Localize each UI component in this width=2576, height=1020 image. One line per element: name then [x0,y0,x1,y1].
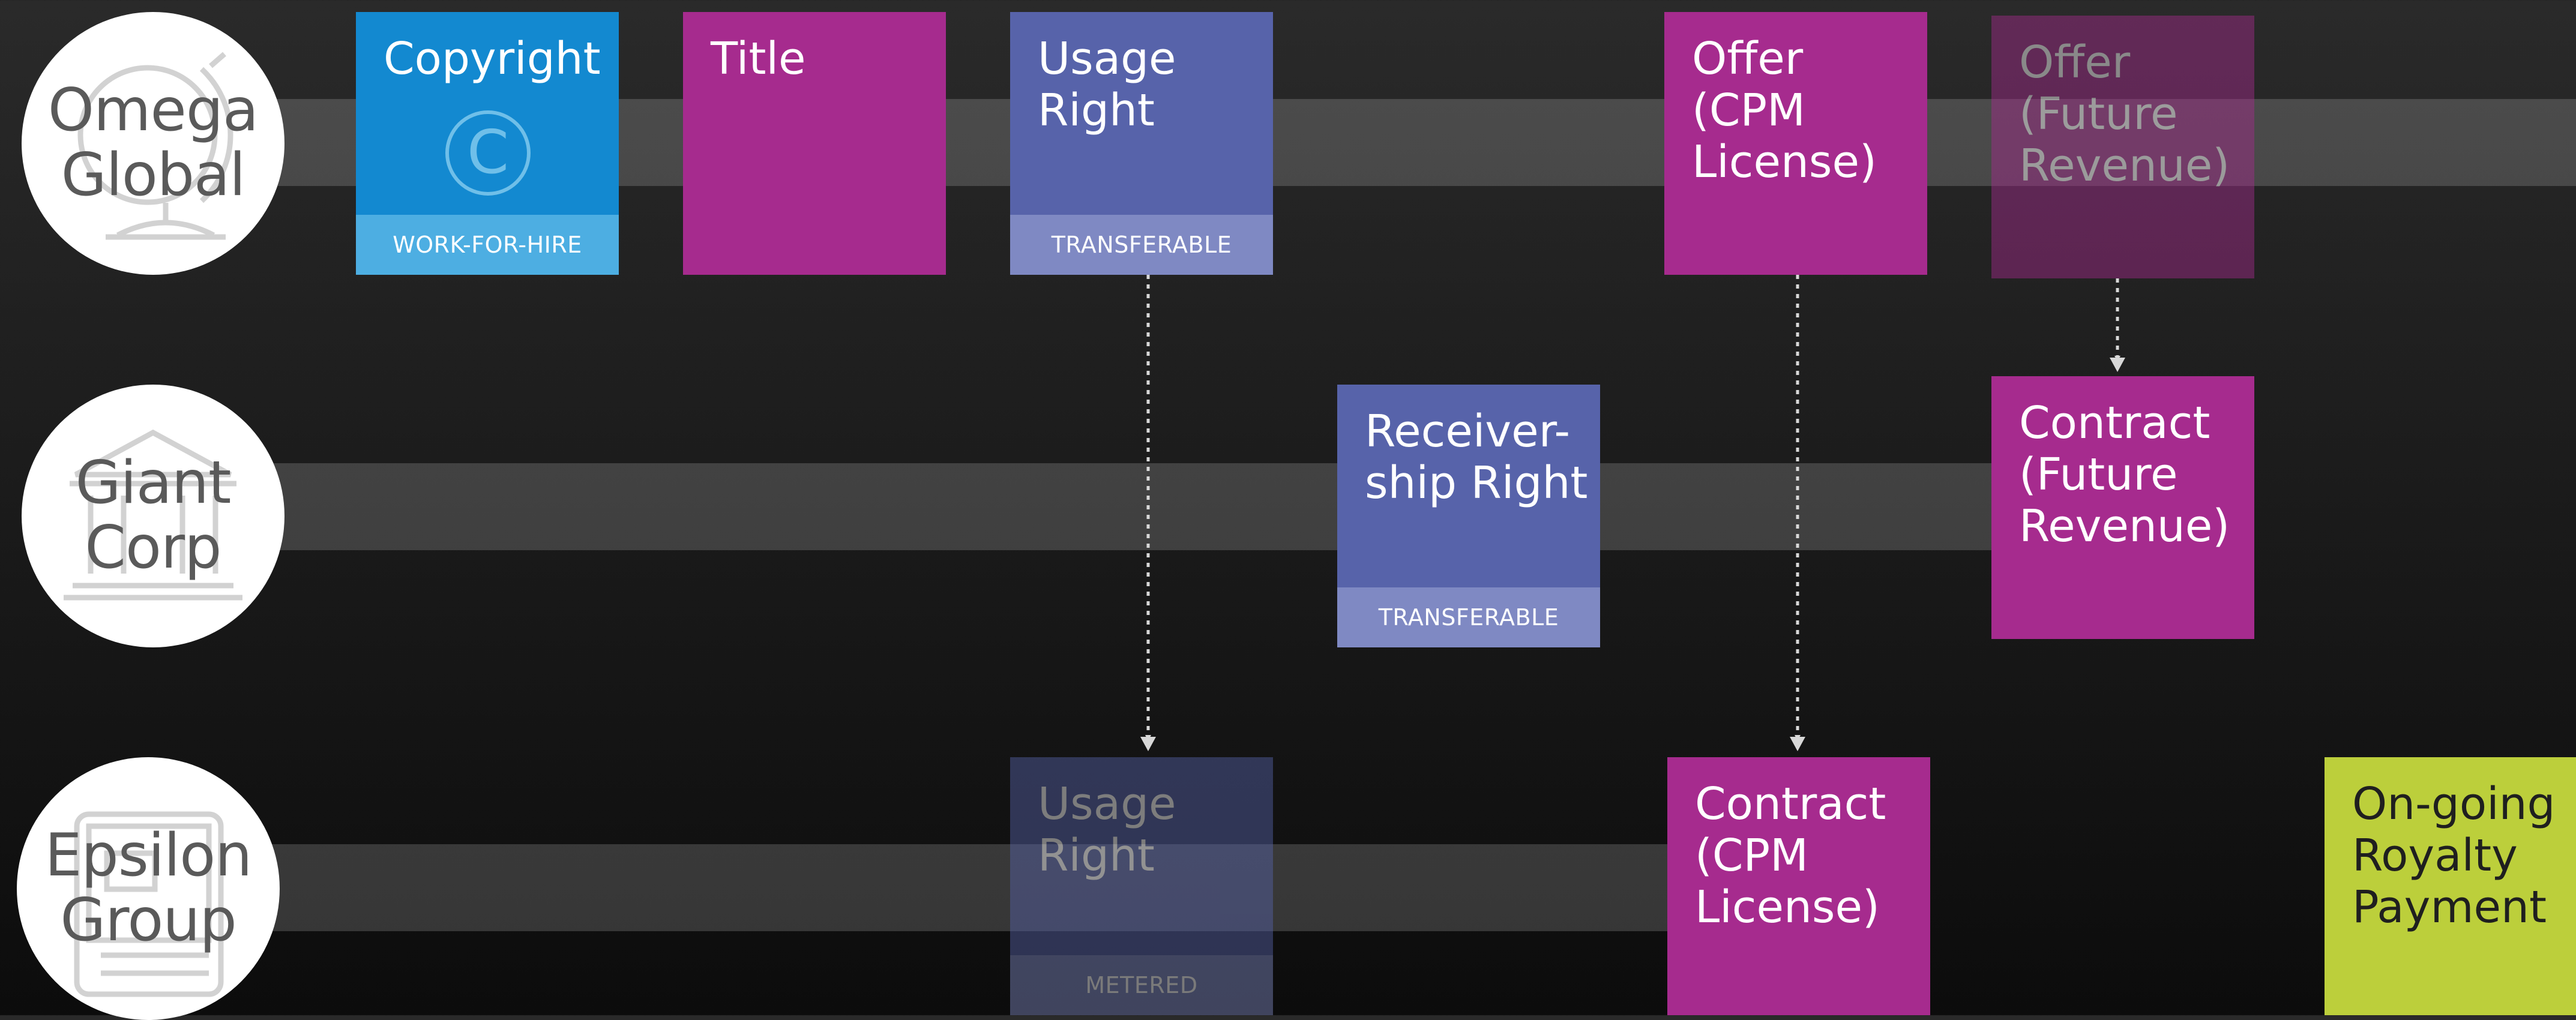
entity-omega-global: Omega Global [22,12,284,275]
card-title: On-going Royalty Payment [2352,778,2556,933]
arrowhead [2110,358,2125,372]
lane-giant-corp [180,463,1993,550]
card-ongoing-royalty-payment: On-going Royalty Payment [2325,757,2576,1015]
card-copyright: Copyright C WORK-FOR-HIRE [356,12,619,275]
entity-epsilon-group: Epsilon Group [17,757,280,1020]
card-title: Offer (Future Revenue) [2019,37,2230,191]
card-usage-right-omega: Usage Right TRANSFERABLE [1010,12,1273,275]
copyright-icon: C [445,110,531,196]
card-title: Offer (CPM License) [1692,33,1877,188]
card-offer-future-revenue: Offer (Future Revenue) [1991,16,2254,278]
card-usage-right-epsilon: Usage Right METERED [1010,757,1273,1015]
card-title: Contract (CPM License) [1695,778,1886,933]
card-title: Contract (Future Revenue) [2019,397,2230,552]
arrowhead [1790,737,1805,751]
lane-epsilon-group [180,844,1669,931]
arrowhead [1140,737,1156,751]
card-footer: METERED [1010,955,1273,1015]
svg-text:C: C [467,117,509,187]
entity-name: Epsilon Group [44,821,253,955]
card-title-right: Title [683,12,946,275]
entity-name: Omega Global [47,76,259,209]
card-footer: WORK-FOR-HIRE [356,215,619,275]
card-receivership-right: Receiver- ship Right TRANSFERABLE [1337,385,1600,647]
card-title: Title [711,33,806,85]
card-title: Usage Right [1038,778,1176,881]
card-title: Usage Right [1038,33,1176,136]
card-contract-cpm-license: Contract (CPM License) [1667,757,1930,1015]
card-contract-future-revenue: Contract (Future Revenue) [1991,376,2254,639]
entity-giant-corp: Giant Corp [22,385,284,647]
card-title: Copyright [384,33,601,85]
entity-name: Giant Corp [75,449,232,582]
card-footer: TRANSFERABLE [1337,587,1600,647]
card-footer: TRANSFERABLE [1010,215,1273,275]
card-offer-cpm-license: Offer (CPM License) [1664,12,1927,275]
card-title: Receiver- ship Right [1365,406,1588,509]
